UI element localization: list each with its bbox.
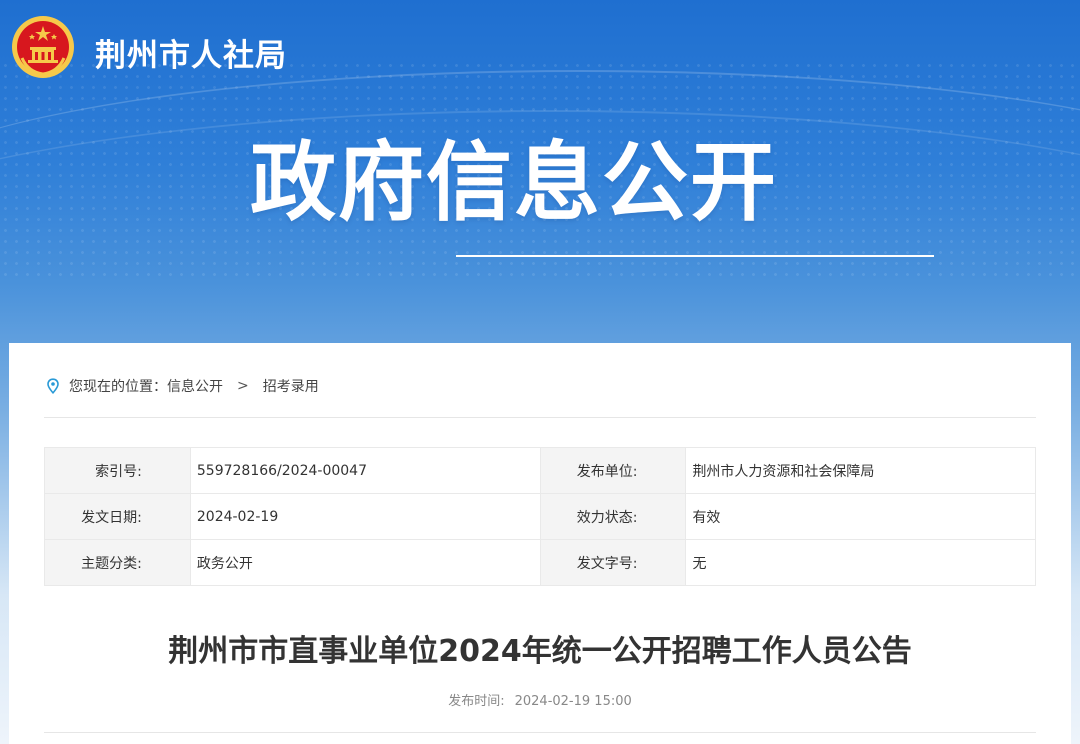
breadcrumb-prefix: 您现在的位置： [69, 379, 167, 395]
document-meta-table: 索引号: 559728166/2024-00047 发布单位: 荆州市人力资源和… [44, 447, 1036, 586]
breadcrumb-separator: > [237, 378, 249, 394]
location-pin-icon [47, 378, 59, 394]
hero-underline [456, 255, 934, 257]
table-row: 发文日期: 2024-02-19 效力状态: 有效 [44, 493, 1036, 540]
meta-value-index: 559728166/2024-00047 [189, 447, 541, 494]
breadcrumb: 您现在的位置： 信息公开 > 招考录用 [45, 376, 319, 396]
meta-label-index: 索引号: [44, 447, 191, 494]
meta-value-validity: 有效 [685, 493, 1036, 540]
table-row: 索引号: 559728166/2024-00047 发布单位: 荆州市人力资源和… [44, 447, 1036, 494]
divider [44, 732, 1036, 733]
meta-label-doc-number: 发文字号: [539, 539, 687, 586]
breadcrumb-item-recruitment[interactable]: 招考录用 [263, 376, 319, 396]
meta-label-issue-date: 发文日期: [44, 493, 191, 540]
meta-value-category: 政务公开 [189, 539, 541, 586]
meta-value-publisher: 荆州市人力资源和社会保障局 [685, 447, 1036, 494]
content-panel: 您现在的位置： 信息公开 > 招考录用 索引号: 559728166/2024-… [9, 343, 1071, 744]
article-title: 荆州市市直事业单位2024年统一公开招聘工作人员公告 [168, 634, 912, 669]
meta-value-issue-date: 2024-02-19 [189, 493, 541, 540]
table-row: 主题分类: 政务公开 发文字号: 无 [44, 539, 1036, 586]
meta-label-publisher: 发布单位: [539, 447, 687, 494]
breadcrumb-item-info-public[interactable]: 信息公开 [167, 376, 223, 396]
meta-value-doc-number: 无 [685, 539, 1036, 586]
meta-label-category: 主题分类: [44, 539, 191, 586]
site-name[interactable]: 荆州市人社局 [95, 30, 287, 75]
meta-label-validity: 效力状态: [539, 493, 687, 540]
publish-info: 发布时间: 2024-02-19 15:00 [9, 690, 1071, 709]
hero-title: 政府信息公开 [250, 133, 778, 233]
divider [44, 417, 1036, 418]
national-emblem-icon [12, 16, 74, 78]
publish-time-value: 2024-02-19 15:00 [514, 694, 632, 709]
publish-time-label: 发布时间: [448, 694, 505, 709]
